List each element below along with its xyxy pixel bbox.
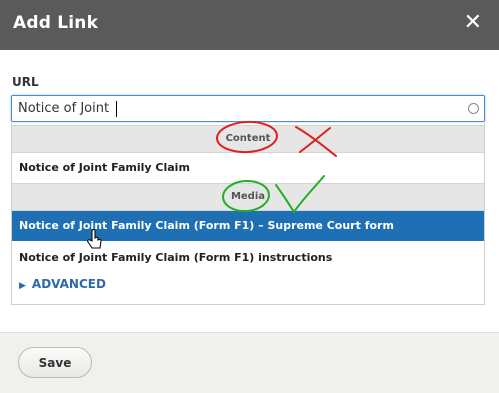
autocomplete-throbber-icon	[468, 103, 479, 114]
url-input[interactable]: Notice of Joint	[11, 95, 485, 122]
url-input-value[interactable]: Notice of Joint	[18, 101, 109, 116]
autocomplete-item-selected[interactable]: Notice of Joint Family Claim (Form F1) –…	[12, 211, 484, 241]
dialog-title: Add Link	[13, 13, 99, 33]
group-header-media: Media	[12, 183, 484, 211]
hand-pointer-cursor-icon	[87, 229, 102, 249]
url-label: URL	[12, 75, 39, 89]
save-button[interactable]: Save	[18, 347, 92, 378]
autocomplete-item[interactable]: Notice of Joint Family Claim (Form F1) i…	[12, 243, 484, 273]
add-link-dialog: Add Link ✕ URL Notice of Joint Content N…	[0, 0, 499, 393]
close-icon[interactable]: ✕	[464, 10, 482, 36]
text-caret	[116, 101, 117, 117]
advanced-label: ADVANCED	[31, 277, 106, 291]
dialog-titlebar: Add Link ✕	[0, 0, 499, 50]
dialog-footer: Save	[0, 332, 499, 393]
autocomplete-item[interactable]: Notice of Joint Family Claim	[12, 153, 484, 183]
triangle-right-icon: ▶	[19, 281, 26, 291]
advanced-toggle[interactable]: ▶ ADVANCED	[19, 277, 106, 291]
group-header-content: Content	[12, 125, 484, 153]
